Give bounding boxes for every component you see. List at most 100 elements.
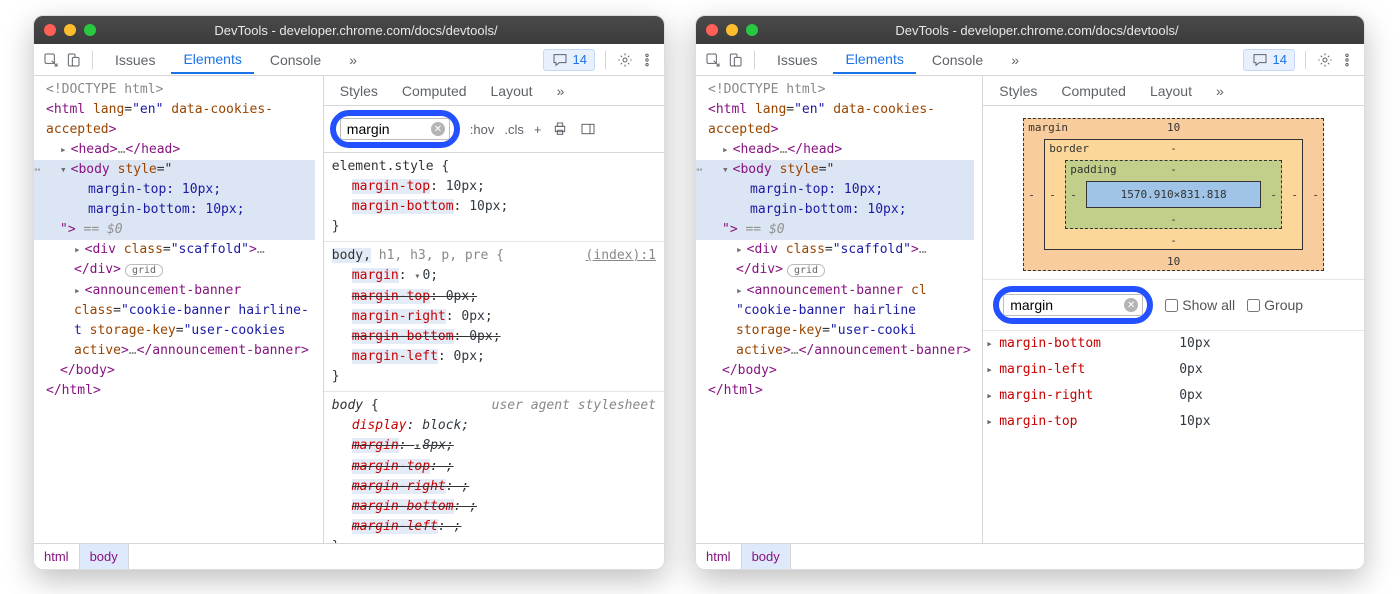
titlebar: DevTools - developer.chrome.com/docs/dev… — [696, 16, 1364, 44]
kebab-icon[interactable] — [638, 51, 656, 69]
node-body-end: </body> — [708, 361, 974, 381]
node-div[interactable]: <div class="scaffold">…</div>grid — [46, 240, 315, 281]
doctype: <!DOCTYPE html> — [46, 80, 315, 100]
rule-body-ua[interactable]: user agent stylesheet body { display: bl… — [324, 392, 664, 543]
node-body-end: </body> — [46, 361, 315, 381]
node-body[interactable]: <body style=" — [46, 160, 315, 180]
rule-body-h1[interactable]: (index):1 body, h1, h3, p, pre { margin:… — [324, 242, 664, 392]
device-icon[interactable] — [726, 51, 744, 69]
inspect-icon[interactable] — [42, 51, 60, 69]
computed-row[interactable]: margin-left0px — [983, 357, 1364, 383]
close-icon[interactable] — [44, 24, 56, 36]
node-div[interactable]: <div class="scaffold">…</div>grid — [708, 240, 974, 281]
close-icon[interactable] — [706, 24, 718, 36]
subtab-layout[interactable]: Layout — [481, 79, 543, 103]
tab-console[interactable]: Console — [920, 47, 995, 73]
computed-row[interactable]: margin-right0px — [983, 383, 1364, 409]
margin-right: - — [1312, 188, 1319, 201]
filter-highlight: ✕ — [993, 286, 1153, 324]
main-toolbar: Issues Elements Console » 14 — [34, 44, 664, 76]
computed-row[interactable]: margin-top10px — [983, 409, 1364, 435]
filter-highlight: ✕ — [330, 110, 460, 148]
node-announcement[interactable]: <announcement-banner cl "cookie-banner h… — [708, 281, 974, 361]
print-icon[interactable] — [551, 120, 569, 138]
main-toolbar: Issues Elements Console » 14 — [696, 44, 1364, 76]
kebab-icon[interactable] — [1338, 51, 1356, 69]
tab-more[interactable]: » — [337, 47, 369, 73]
inspect-icon[interactable] — [704, 51, 722, 69]
body-attr-close: "> == $0 — [46, 220, 315, 240]
tab-console[interactable]: Console — [258, 47, 333, 73]
rule-element-style[interactable]: element.style { margin-top: 10px; margin… — [324, 153, 664, 242]
source-link[interactable]: (index):1 — [586, 246, 656, 266]
dom-tree: <!DOCTYPE html> <html lang="en" data-coo… — [34, 76, 324, 543]
tab-more[interactable]: » — [999, 47, 1031, 73]
node-html[interactable]: <html lang="en" data-cookies-accepted> — [708, 100, 974, 140]
subtab-layout[interactable]: Layout — [1140, 79, 1202, 103]
clear-icon[interactable]: ✕ — [431, 122, 445, 136]
subtab-more[interactable]: » — [547, 79, 575, 103]
messages-count: 14 — [1273, 52, 1287, 67]
node-body[interactable]: <body style=" — [708, 160, 974, 180]
window-title: DevTools - developer.chrome.com/docs/dev… — [58, 23, 654, 38]
bc-html[interactable]: html — [34, 544, 80, 569]
node-head[interactable]: <head>…</head> — [46, 140, 315, 160]
node-html-end: </html> — [708, 381, 974, 401]
style-line-1: margin-top: 10px; — [708, 180, 974, 200]
titlebar: DevTools - developer.chrome.com/docs/dev… — [34, 16, 664, 44]
breadcrumb: html body — [34, 543, 664, 569]
grid-badge[interactable]: grid — [787, 264, 825, 277]
overflow-icon[interactable]: ⋯ — [696, 160, 703, 180]
dom-tree: <!DOCTYPE html> <html lang="en" data-coo… — [696, 76, 983, 543]
show-all-checkbox[interactable]: Show all — [1165, 297, 1235, 313]
ua-label: user agent stylesheet — [492, 396, 656, 416]
margin-left: - — [1028, 188, 1035, 201]
panel-icon[interactable] — [579, 120, 597, 138]
margin-bottom: 10 — [1024, 255, 1323, 268]
tab-elements[interactable]: Elements — [833, 46, 915, 74]
messages-count: 14 — [573, 52, 587, 67]
tab-issues[interactable]: Issues — [103, 47, 167, 73]
computed-pane: Styles Computed Layout » margin 10 10 - … — [983, 76, 1364, 543]
message-icon — [551, 51, 569, 69]
messages-badge[interactable]: 14 — [1243, 49, 1295, 71]
computed-list: margin-bottom10px margin-left0px margin-… — [983, 331, 1364, 543]
body-attr-close: "> == $0 — [708, 220, 974, 240]
new-rule[interactable]: + — [534, 122, 542, 137]
box-model: margin 10 10 - - border - - - - paddin — [983, 106, 1364, 279]
content-size: 1570.910×831.818 — [1086, 181, 1261, 208]
node-head[interactable]: <head>…</head> — [708, 140, 974, 160]
gear-icon[interactable] — [616, 51, 634, 69]
subtab-styles[interactable]: Styles — [330, 79, 388, 103]
subtab-more[interactable]: » — [1206, 79, 1234, 103]
cls-toggle[interactable]: .cls — [504, 122, 524, 137]
style-line-2: margin-bottom: 10px; — [708, 200, 974, 220]
subtab-computed[interactable]: Computed — [1051, 79, 1136, 103]
style-line-2: margin-bottom: 10px; — [46, 200, 315, 220]
node-html[interactable]: <html lang="en" data-cookies-accepted> — [46, 100, 315, 140]
overflow-icon[interactable]: ⋯ — [34, 160, 41, 180]
device-icon[interactable] — [64, 51, 82, 69]
gear-icon[interactable] — [1316, 51, 1334, 69]
hov-toggle[interactable]: :hov — [470, 122, 495, 137]
tab-elements[interactable]: Elements — [171, 46, 253, 74]
computed-row[interactable]: margin-bottom10px — [983, 331, 1364, 357]
style-line-1: margin-top: 10px; — [46, 180, 315, 200]
subtab-computed[interactable]: Computed — [392, 79, 477, 103]
window-title: DevTools - developer.chrome.com/docs/dev… — [720, 23, 1354, 38]
bc-body[interactable]: body — [742, 544, 791, 569]
doctype: <!DOCTYPE html> — [708, 80, 974, 100]
computed-filter-input[interactable] — [1003, 294, 1143, 316]
messages-badge[interactable]: 14 — [543, 49, 595, 71]
devtools-window-styles: DevTools - developer.chrome.com/docs/dev… — [33, 15, 665, 570]
subtab-styles[interactable]: Styles — [989, 79, 1047, 103]
grid-badge[interactable]: grid — [125, 264, 163, 277]
tab-issues[interactable]: Issues — [765, 47, 829, 73]
message-icon — [1251, 51, 1269, 69]
group-checkbox[interactable]: Group — [1247, 297, 1303, 313]
node-announcement[interactable]: <announcement-banner class="cookie-banne… — [46, 281, 315, 361]
bc-body[interactable]: body — [80, 544, 129, 569]
bc-html[interactable]: html — [696, 544, 742, 569]
clear-icon[interactable]: ✕ — [1124, 298, 1138, 312]
node-html-end: </html> — [46, 381, 315, 401]
